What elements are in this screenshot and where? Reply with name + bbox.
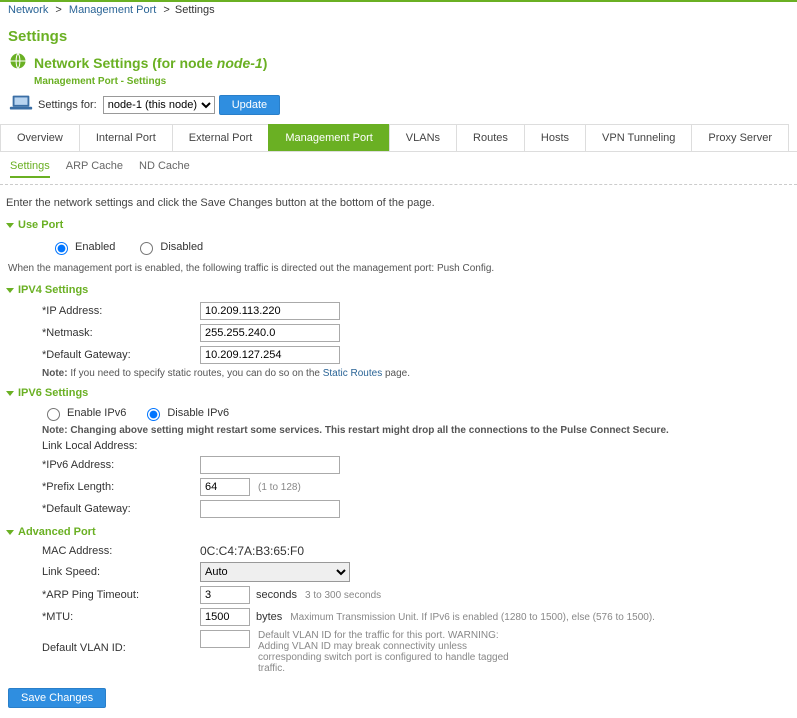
use-port-enabled[interactable]: Enabled [50,239,115,255]
ipv4-ip-input[interactable] [200,302,340,320]
chevron-down-icon [6,530,14,535]
settings-for-label: Settings for: [38,99,97,111]
section-ipv6-label: IPV6 Settings [18,387,88,399]
tab-internal-port[interactable]: Internal Port [79,124,173,151]
mtu-label: *MTU: [0,611,200,623]
mtu-unit: bytes [256,611,282,623]
use-port-radios: Enabled Disabled [50,239,797,255]
update-button[interactable]: Update [219,95,280,115]
network-settings-title: Network Settings (for node node-1) [34,55,267,71]
ipv6-enable[interactable]: Enable IPv6 [42,405,126,421]
section-advanced-label: Advanced Port [18,526,96,538]
vlan-input[interactable] [200,630,250,648]
subtab-nd-cache[interactable]: ND Cache [139,160,190,178]
note-page: page. [382,368,410,379]
arp-timeout-label: *ARP Ping Timeout: [0,589,200,601]
save-changes-button[interactable]: Save Changes [8,688,106,708]
static-routes-link[interactable]: Static Routes [323,368,382,379]
chevron-down-icon [6,288,14,293]
tab-vlans[interactable]: VLANs [389,124,457,151]
ipv6-warning: Note: Changing above setting might resta… [42,425,797,436]
note-text: If you need to specify static routes, yo… [68,368,323,379]
use-port-enabled-radio[interactable] [55,242,68,255]
ipv6-warning-text: Note: Changing above setting might resta… [42,425,669,436]
ipv6-gateway-input[interactable] [200,500,340,518]
net-title-prefix: Network Settings (for node [34,55,217,71]
network-icon [8,51,28,74]
use-port-enabled-label: Enabled [75,241,115,253]
tab-vpn-tunneling[interactable]: VPN Tunneling [585,124,692,151]
breadcrumb: Network > Management Port > Settings [0,0,797,18]
use-port-disabled-label: Disabled [160,241,203,253]
mgmt-port-help: When the management port is enabled, the… [8,263,789,274]
breadcrumb-settings: Settings [175,4,215,16]
ipv4-ip-label: *IP Address: [0,305,200,317]
ipv4-gateway-input[interactable] [200,346,340,364]
vlan-warning: Default VLAN ID for the traffic for this… [258,630,518,674]
sub-tabs: Settings ARP Cache ND Cache [0,152,797,185]
ipv6-disable-label: Disable IPv6 [167,407,229,419]
tab-overview[interactable]: Overview [0,124,80,151]
ipv4-netmask-input[interactable] [200,324,340,342]
section-use-port[interactable]: Use Port [6,219,791,231]
link-speed-label: Link Speed: [0,566,200,578]
section-use-port-label: Use Port [18,219,63,231]
note-bold: Note: [42,368,68,379]
tab-proxy-server[interactable]: Proxy Server [691,124,789,151]
tab-external-port[interactable]: External Port [172,124,270,151]
network-settings-header: Network Settings (for node node-1) [8,51,797,74]
section-advanced[interactable]: Advanced Port [6,526,791,538]
ipv6-enable-label: Enable IPv6 [67,407,126,419]
tab-hosts[interactable]: Hosts [524,124,586,151]
ipv6-disable[interactable]: Disable IPv6 [142,405,229,421]
tab-routes[interactable]: Routes [456,124,525,151]
ipv6-radios: Enable IPv6 Disable IPv6 [42,405,797,421]
mtu-hint: Maximum Transmission Unit. If IPv6 is en… [290,612,655,623]
ipv6-prefix-hint: (1 to 128) [258,482,301,493]
page-title: Settings [8,28,797,45]
ipv4-static-routes-note: Note: If you need to specify static rout… [42,368,797,379]
sub-breadcrumb: Management Port - Settings [34,76,797,87]
chevron-down-icon [6,223,14,228]
breadcrumb-management-port[interactable]: Management Port [69,4,156,16]
main-tabs: Overview Internal Port External Port Man… [0,124,797,152]
settings-for-row: Settings for: node-1 (this node) Update [8,93,797,116]
breadcrumb-sep: > [163,4,169,16]
subtab-arp-cache[interactable]: ARP Cache [66,160,123,178]
link-speed-select[interactable]: Auto [200,562,350,582]
net-title-node: node-1 [217,55,263,71]
ipv6-enable-radio[interactable] [47,408,60,421]
ipv4-gateway-label: *Default Gateway: [0,349,200,361]
vlan-label: Default VLAN ID: [0,630,200,654]
mac-label: MAC Address: [0,545,200,557]
ipv6-address-input[interactable] [200,456,340,474]
ipv6-linklocal-label: Link Local Address: [0,440,200,452]
instruction-text: Enter the network settings and click the… [6,197,791,209]
breadcrumb-sep: > [55,4,61,16]
arp-unit: seconds [256,589,297,601]
chevron-down-icon [6,391,14,396]
section-ipv4[interactable]: IPV4 Settings [6,284,791,296]
use-port-disabled-radio[interactable] [140,242,153,255]
section-ipv6[interactable]: IPV6 Settings [6,387,791,399]
arp-timeout-input[interactable] [200,586,250,604]
ipv6-disable-radio[interactable] [147,408,160,421]
section-ipv4-label: IPV4 Settings [18,284,88,296]
settings-for-select[interactable]: node-1 (this node) [103,96,215,114]
ipv6-prefix-label: *Prefix Length: [0,481,200,493]
ipv6-prefix-input[interactable] [200,478,250,496]
ipv6-address-label: *IPv6 Address: [0,459,200,471]
use-port-disabled[interactable]: Disabled [135,239,203,255]
net-title-suffix: ) [263,55,268,71]
subtab-settings[interactable]: Settings [10,160,50,178]
breadcrumb-network[interactable]: Network [8,4,48,16]
mac-value: 0C:C4:7A:B3:65:F0 [200,544,304,558]
arp-hint: 3 to 300 seconds [305,590,381,601]
ipv6-gateway-label: *Default Gateway: [0,503,200,515]
mtu-input[interactable] [200,608,250,626]
tab-management-port[interactable]: Management Port [268,124,389,151]
ipv4-netmask-label: *Netmask: [0,327,200,339]
laptop-icon [8,93,34,116]
